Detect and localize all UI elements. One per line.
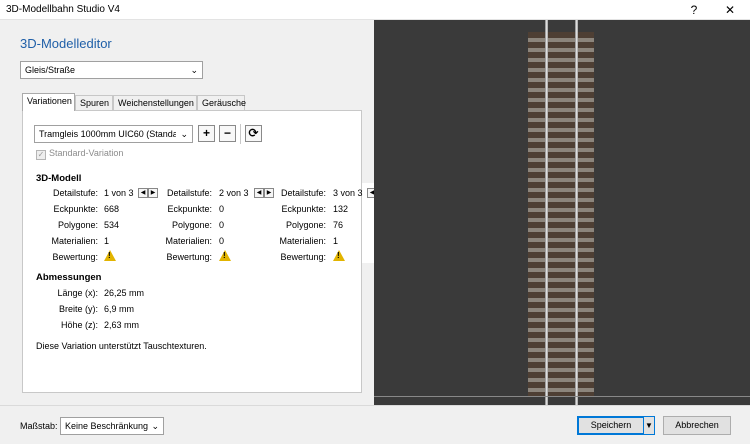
help-button[interactable]: ?	[676, 0, 712, 20]
checkbox-icon: ✓	[36, 150, 46, 160]
detail-value: 2 von 3	[219, 188, 249, 198]
detail-label: Detailstufe:	[166, 188, 212, 198]
dropdown-arrow-icon: ▼	[645, 421, 653, 430]
rating-label: Bewertung:	[280, 252, 326, 262]
scale-select-value: Keine Beschränkung	[65, 421, 149, 431]
tab-variationen[interactable]: Variationen	[22, 93, 75, 111]
rating-label: Bewertung:	[166, 252, 212, 262]
model-section-title: 3D-Modell	[36, 173, 82, 184]
warning-icon	[219, 250, 231, 261]
prev-icon[interactable]: ◀	[254, 188, 264, 198]
polygons-value: 0	[219, 220, 225, 230]
vertices-value: 668	[104, 204, 120, 214]
height-label: Höhe (z):	[60, 320, 98, 330]
variant-select-value: Tramgleis 1000mm UIC60 (Standard)	[39, 129, 176, 139]
warning-icon	[104, 250, 116, 261]
detail-label: Detailstufe:	[280, 188, 326, 198]
tab-weichenstellungen[interactable]: Weichenstellungen	[113, 95, 197, 110]
polygons-label: Polygone:	[57, 220, 98, 230]
width-value: 6,9 mm	[104, 304, 135, 314]
type-select[interactable]: Gleis/Straße ⌄	[20, 61, 203, 79]
warning-icon	[333, 250, 345, 261]
materials-value: 0	[219, 236, 225, 246]
model-viewport[interactable]	[374, 20, 750, 405]
remove-variant-button[interactable]: −	[219, 125, 236, 142]
window-title: 3D-Modellbahn Studio V4	[6, 4, 120, 15]
variant-select[interactable]: Tramgleis 1000mm UIC60 (Standard) ⌄	[34, 125, 193, 143]
vertices-label: Eckpunkte:	[167, 204, 212, 214]
polygons-value: 534	[104, 220, 120, 230]
ground-line	[374, 396, 750, 397]
title-bar: 3D-Modellbahn Studio V4 ? ✕	[0, 0, 750, 20]
height-value: 2,63 mm	[104, 320, 140, 330]
page-title: 3D-Modelleditor	[20, 36, 112, 51]
polygons-label: Polygone:	[285, 220, 326, 230]
materials-value: 1	[333, 236, 339, 246]
add-variant-button[interactable]: +	[198, 125, 215, 142]
scale-select[interactable]: Keine Beschränkung ⌄	[60, 417, 164, 435]
vertices-value: 0	[219, 204, 225, 214]
detail-label: Detailstufe:	[52, 188, 98, 198]
vertices-label: Eckpunkte:	[53, 204, 98, 214]
save-options-button[interactable]: ▼	[643, 416, 655, 435]
prev-icon[interactable]: ◀	[138, 188, 148, 198]
toolbar-divider	[240, 124, 241, 144]
materials-label: Materialien:	[165, 236, 212, 246]
left-rail	[545, 20, 548, 405]
standard-variation-checkbox[interactable]: ✓ Standard-Variation	[36, 148, 123, 160]
chevron-down-icon: ⌄	[180, 129, 188, 139]
scale-label: Maßstab:	[20, 421, 58, 431]
width-label: Breite (y):	[58, 304, 98, 314]
polygons-value: 76	[333, 220, 344, 230]
materials-label: Materialien:	[51, 236, 98, 246]
materials-label: Materialien:	[279, 236, 326, 246]
close-button[interactable]: ✕	[712, 0, 748, 20]
length-value: 26,25 mm	[104, 288, 145, 298]
save-button[interactable]: Speichern	[577, 416, 645, 435]
rating-label: Bewertung:	[52, 252, 98, 262]
tab-geraeusche[interactable]: Geräusche	[197, 95, 246, 110]
chevron-down-icon: ⌄	[151, 421, 159, 431]
vertices-value: 132	[333, 204, 349, 214]
refresh-icon[interactable]: ⟳	[245, 125, 262, 142]
materials-value: 1	[104, 236, 110, 246]
cancel-button[interactable]: Abbrechen	[663, 416, 731, 435]
detail-value: 1 von 3	[104, 188, 134, 198]
chevron-down-icon: ⌄	[190, 65, 198, 75]
polygons-label: Polygone:	[171, 220, 212, 230]
length-label: Länge (x):	[57, 288, 98, 298]
tab-spuren[interactable]: Spuren	[75, 95, 113, 110]
texture-note: Diese Variation unterstützt Tauschtextur…	[36, 341, 207, 351]
standard-variation-label: Standard-Variation	[49, 148, 124, 158]
detail-value: 3 von 3	[333, 188, 363, 198]
vertices-label: Eckpunkte:	[281, 204, 326, 214]
right-rail	[575, 20, 578, 405]
type-select-value: Gleis/Straße	[25, 65, 76, 75]
dimensions-section-title: Abmessungen	[36, 272, 102, 283]
track-sleepers	[528, 32, 594, 396]
